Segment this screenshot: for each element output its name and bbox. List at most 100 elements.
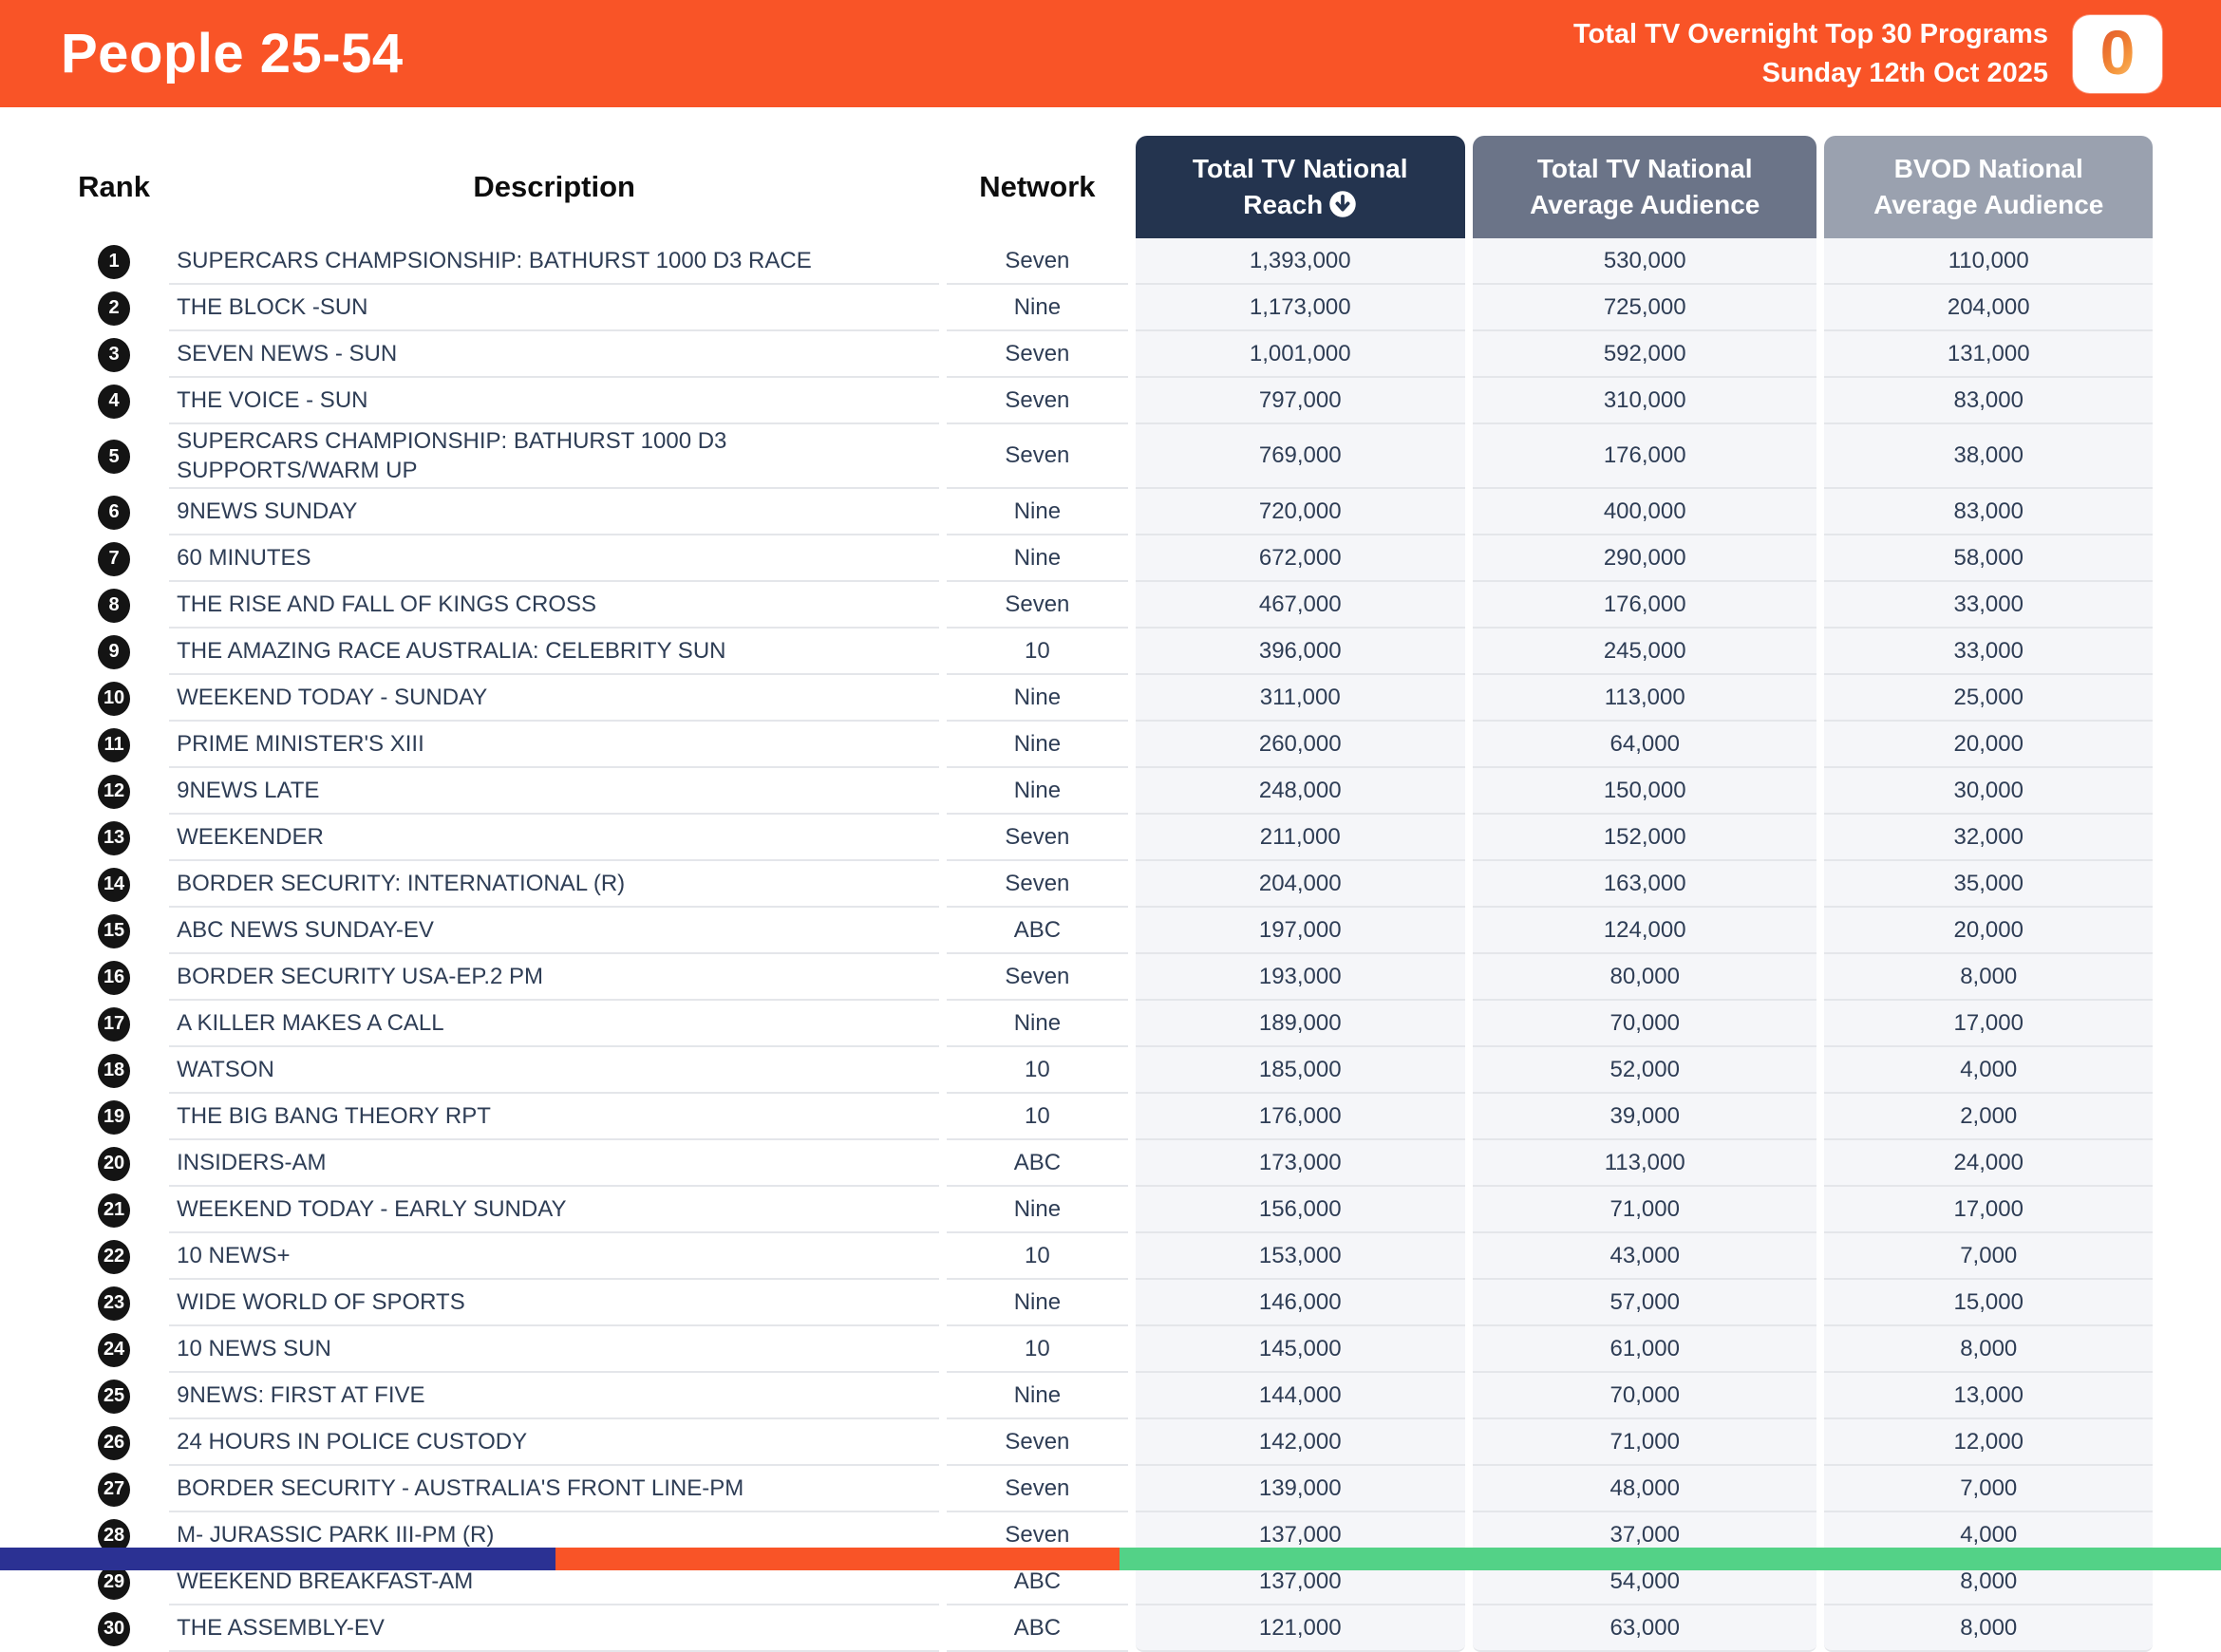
programs-table: Rank Description Network Total TV Nation… <box>59 136 2160 1652</box>
description-cell: WATSON <box>169 1047 940 1094</box>
network-cell: Nine <box>947 722 1128 768</box>
description-cell: BORDER SECURITY: INTERNATIONAL (R) <box>169 861 940 908</box>
network-cell: Nine <box>947 1001 1128 1047</box>
reach-cell: 197,000 <box>1135 908 1465 954</box>
description-cell: THE RISE AND FALL OF KINGS CROSS <box>169 582 940 629</box>
bvod-audience-cell: 32,000 <box>1824 815 2153 861</box>
reach-cell: 769,000 <box>1135 424 1465 489</box>
network-cell: Nine <box>947 285 1128 331</box>
rank-badge: 24 <box>98 1332 131 1367</box>
rank-cell: 22 <box>66 1233 161 1280</box>
reach-cell: 139,000 <box>1135 1466 1465 1512</box>
description-cell: SUPERCARS CHAMPIONSHIP: BATHURST 1000 D3… <box>169 424 940 489</box>
avg-audience-cell: 80,000 <box>1472 954 1817 1001</box>
rank-badge: 13 <box>98 820 131 855</box>
avg-audience-cell: 52,000 <box>1472 1047 1817 1094</box>
table-row: 7 60 MINUTES Nine 672,000 290,000 58,000 <box>66 535 2153 582</box>
column-header-reach-label: Total TV National Reach <box>1192 154 1408 219</box>
rank-cell: 6 <box>66 489 161 535</box>
table-row: 17 A KILLER MAKES A CALL Nine 189,000 70,000… <box>66 1001 2153 1047</box>
column-header-reach[interactable]: Total TV National Reach <box>1135 136 1465 238</box>
footer-bar-orange-segment <box>555 1548 1120 1570</box>
table-row: 21 WEEKEND TODAY - EARLY SUNDAY Nine 156,00… <box>66 1187 2153 1233</box>
network-cell: Nine <box>947 768 1128 815</box>
rank-cell: 2 <box>66 285 161 331</box>
avg-audience-cell: 400,000 <box>1472 489 1817 535</box>
rank-badge: 17 <box>98 1006 131 1042</box>
table-row: 16 BORDER SECURITY USA-EP.2 PM Seven 193,00… <box>66 954 2153 1001</box>
reach-cell: 1,393,000 <box>1135 238 1465 285</box>
bvod-audience-cell: 131,000 <box>1824 331 2153 378</box>
network-cell: ABC <box>947 1605 1128 1652</box>
column-header-rank: Rank <box>78 170 150 203</box>
rank-cell: 5 <box>66 424 161 489</box>
bvod-audience-cell: 33,000 <box>1824 629 2153 675</box>
rank-badge: 18 <box>98 1053 131 1088</box>
rank-cell: 12 <box>66 768 161 815</box>
reach-cell: 1,001,000 <box>1135 331 1465 378</box>
rank-badge: 2 <box>98 291 131 326</box>
reach-cell: 144,000 <box>1135 1373 1465 1419</box>
table-row: 30 THE ASSEMBLY-EV ABC 121,000 63,000 8,000 <box>66 1605 2153 1652</box>
bvod-audience-cell: 8,000 <box>1824 1326 2153 1373</box>
table-row: 23 WIDE WORLD OF SPORTS Nine 146,000 57,000 1… <box>66 1280 2153 1326</box>
avg-audience-cell: 113,000 <box>1472 1140 1817 1187</box>
bvod-audience-cell: 7,000 <box>1824 1233 2153 1280</box>
reach-cell: 1,173,000 <box>1135 285 1465 331</box>
description-cell: A KILLER MAKES A CALL <box>169 1001 940 1047</box>
sort-descending-icon[interactable] <box>1328 190 1357 218</box>
description-cell: BORDER SECURITY USA-EP.2 PM <box>169 954 940 1001</box>
network-cell: Seven <box>947 954 1128 1001</box>
rank-badge: 22 <box>98 1239 131 1274</box>
rank-cell: 20 <box>66 1140 161 1187</box>
avg-audience-cell: 725,000 <box>1472 285 1817 331</box>
rank-cell: 15 <box>66 908 161 954</box>
bvod-audience-cell: 4,000 <box>1824 1047 2153 1094</box>
avg-audience-cell: 113,000 <box>1472 675 1817 722</box>
rank-badge: 16 <box>98 960 131 995</box>
rank-badge: 19 <box>98 1099 131 1135</box>
network-cell: Seven <box>947 815 1128 861</box>
oztam-logo: 0 <box>2073 14 2162 93</box>
banner-subtitle: Total TV Overnight Top 30 Programs Sunda… <box>1573 15 2073 93</box>
column-header-description: Description <box>473 170 635 203</box>
reach-cell: 193,000 <box>1135 954 1465 1001</box>
description-cell: ABC NEWS SUNDAY-EV <box>169 908 940 954</box>
rank-cell: 1 <box>66 238 161 285</box>
description-cell: THE AMAZING RACE AUSTRALIA: CELEBRITY SU… <box>169 629 940 675</box>
reach-cell: 260,000 <box>1135 722 1465 768</box>
description-cell: BORDER SECURITY - AUSTRALIA'S FRONT LINE… <box>169 1466 940 1512</box>
table-row: 14 BORDER SECURITY: INTERNATIONAL (R) Seve… <box>66 861 2153 908</box>
table-row: 1 SUPERCARS CHAMPSIONSHIP: BATHURST 1000 … <box>66 238 2153 285</box>
bvod-audience-cell: 25,000 <box>1824 675 2153 722</box>
rank-badge: 26 <box>98 1425 131 1460</box>
table-row: 13 WEEKENDER Seven 211,000 152,000 32,000 <box>66 815 2153 861</box>
rank-badge: 25 <box>98 1379 131 1414</box>
description-cell: 9NEWS SUNDAY <box>169 489 940 535</box>
avg-audience-cell: 290,000 <box>1472 535 1817 582</box>
table-row: 5 SUPERCARS CHAMPIONSHIP: BATHURST 1000 D… <box>66 424 2153 489</box>
rank-cell: 13 <box>66 815 161 861</box>
reach-cell: 211,000 <box>1135 815 1465 861</box>
table-header: Rank Description Network Total TV Nation… <box>66 136 2153 238</box>
description-cell: WEEKEND TODAY - SUNDAY <box>169 675 940 722</box>
bvod-audience-cell: 35,000 <box>1824 861 2153 908</box>
column-header-network: Network <box>979 170 1096 203</box>
rank-badge: 11 <box>98 727 131 762</box>
reach-cell: 142,000 <box>1135 1419 1465 1466</box>
description-cell: 10 NEWS+ <box>169 1233 940 1280</box>
footer-color-bar <box>0 1548 2221 1570</box>
bvod-audience-cell: 58,000 <box>1824 535 2153 582</box>
bvod-audience-cell: 13,000 <box>1824 1373 2153 1419</box>
avg-audience-cell: 530,000 <box>1472 238 1817 285</box>
reach-cell: 248,000 <box>1135 768 1465 815</box>
network-cell: 10 <box>947 1326 1128 1373</box>
bvod-audience-cell: 20,000 <box>1824 722 2153 768</box>
table-row: 15 ABC NEWS SUNDAY-EV ABC 197,000 124,000 20,… <box>66 908 2153 954</box>
rank-cell: 21 <box>66 1187 161 1233</box>
rank-cell: 23 <box>66 1280 161 1326</box>
reach-cell: 467,000 <box>1135 582 1465 629</box>
rank-cell: 19 <box>66 1094 161 1140</box>
avg-audience-cell: 592,000 <box>1472 331 1817 378</box>
description-cell: WEEKENDER <box>169 815 940 861</box>
